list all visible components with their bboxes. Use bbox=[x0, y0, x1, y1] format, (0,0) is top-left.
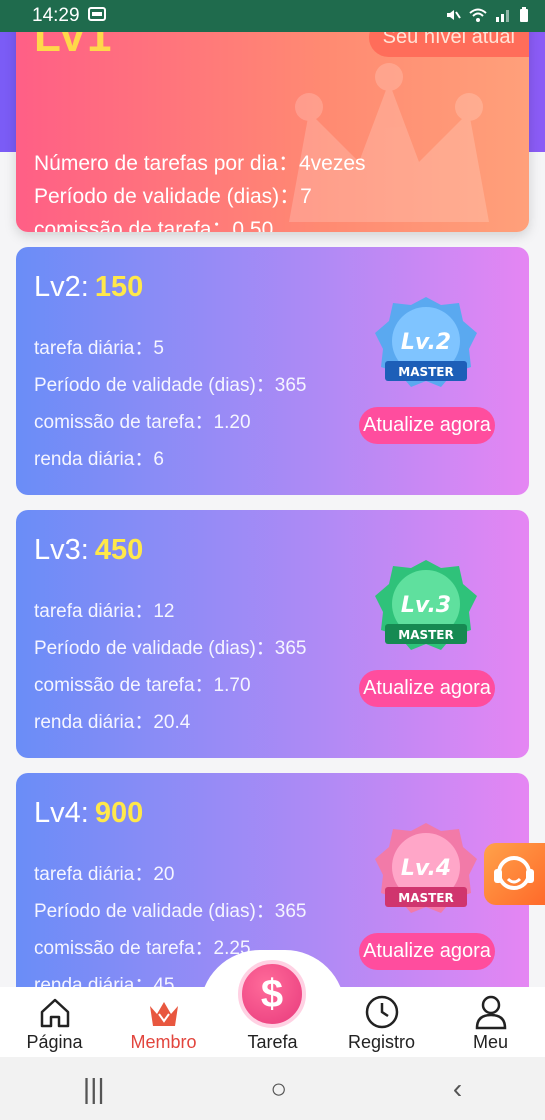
medal-subtitle: MASTER bbox=[398, 891, 454, 905]
daily-income: renda diária：45 bbox=[34, 975, 175, 987]
daily-income: renda diária：6 bbox=[34, 449, 164, 470]
medal-lv2-icon: Lv.2 MASTER bbox=[375, 297, 477, 387]
level-price: 450 bbox=[94, 534, 144, 566]
user-icon bbox=[475, 995, 506, 1030]
system-navigation-bar: ||| ○ ‹ bbox=[0, 1057, 545, 1120]
task-commission: comissão de tarefa：1.20 bbox=[34, 412, 251, 433]
signal-icon bbox=[495, 8, 511, 25]
customer-support-button[interactable] bbox=[484, 843, 545, 905]
task-commission: comissão de tarefa：0.50 bbox=[34, 218, 274, 232]
daily-tasks: tarefa diária：12 bbox=[34, 601, 175, 622]
mute-icon bbox=[445, 7, 461, 26]
medal-level: Lv.3 bbox=[401, 593, 451, 618]
level-heading: Lv4: 900 bbox=[34, 797, 143, 830]
task-center-button[interactable]: $ bbox=[238, 960, 306, 1028]
upgrade-button-lv4[interactable]: Atualize agora bbox=[359, 933, 495, 970]
home-icon bbox=[40, 998, 69, 1028]
status-icons bbox=[445, 6, 529, 26]
nav-label: Meu bbox=[472, 1032, 508, 1052]
clock-icon bbox=[365, 995, 398, 1029]
member-levels-list[interactable]: LV1 Seu nível atual Número de tarefas po… bbox=[0, 32, 545, 987]
level-heading: Lv2: 150 bbox=[34, 271, 143, 304]
medal-level: Lv.2 bbox=[401, 330, 451, 355]
daily-tasks: tarefa diária：20 bbox=[34, 864, 175, 885]
dollar-icon: $ bbox=[260, 971, 284, 1016]
current-level-card: LV1 Seu nível atual Número de tarefas po… bbox=[16, 32, 529, 232]
status-bar: 14:29 bbox=[0, 0, 545, 32]
headset-icon bbox=[494, 856, 534, 890]
nav-label: Página bbox=[26, 1032, 83, 1052]
medal-subtitle: MASTER bbox=[398, 365, 454, 379]
validity-period: Período de validade (dias)：365 bbox=[34, 375, 307, 396]
daily-income: renda diária：20.4 bbox=[34, 712, 191, 733]
current-level-title: LV1 bbox=[34, 32, 112, 61]
medal-subtitle: MASTER bbox=[398, 628, 454, 642]
level-heading: Lv3: 450 bbox=[34, 534, 143, 567]
upgrade-button-lv2[interactable]: Atualize agora bbox=[359, 407, 495, 444]
current-level-badge: Seu nível atual bbox=[368, 32, 529, 57]
medal-lv4-icon: Lv.4 MASTER bbox=[375, 823, 477, 913]
daily-tasks: tarefa diária：5 bbox=[34, 338, 164, 359]
level-price: 900 bbox=[94, 797, 144, 829]
home-button[interactable]: ○ bbox=[270, 1073, 287, 1105]
validity-period: Período de validade (dias)：365 bbox=[34, 638, 307, 659]
nav-label: Registro bbox=[347, 1032, 416, 1052]
upgrade-button-lv3[interactable]: Atualize agora bbox=[359, 670, 495, 707]
tasks-per-day: Número de tarefas por dia：4vezes bbox=[34, 152, 366, 175]
task-commission: comissão de tarefa：2.25 bbox=[34, 938, 251, 959]
level-label: Lv4: bbox=[34, 797, 89, 829]
status-time: 14:29 bbox=[32, 5, 80, 26]
nav-label: Membro bbox=[130, 1032, 197, 1052]
medal-lv3-icon: Lv.3 MASTER bbox=[375, 560, 477, 650]
recent-apps-button[interactable]: ||| bbox=[83, 1073, 105, 1105]
level-label: Lv3: bbox=[34, 534, 89, 566]
level-label: Lv2: bbox=[34, 271, 89, 303]
level-price: 150 bbox=[94, 271, 144, 303]
nav-item-membro[interactable]: Membro bbox=[109, 987, 218, 1057]
level-card-lv2: Lv2: 150 tarefa diária：5 Período de valid… bbox=[16, 247, 529, 495]
level-card-lv3: Lv3: 450 tarefa diária：12 Período de vali… bbox=[16, 510, 529, 758]
wifi-icon bbox=[469, 8, 487, 25]
nav-item-meu[interactable]: Meu bbox=[436, 987, 545, 1057]
nav-label: Tarefa bbox=[247, 1032, 298, 1052]
nav-item-registro[interactable]: Registro bbox=[327, 987, 436, 1057]
task-commission: comissão de tarefa：1.70 bbox=[34, 675, 251, 696]
validity-period: Período de validade (dias)：365 bbox=[34, 901, 307, 922]
crown-watermark-icon bbox=[289, 63, 489, 222]
back-button[interactable]: ‹ bbox=[453, 1073, 462, 1105]
validity-period: Período de validade (dias)：7 bbox=[34, 185, 312, 208]
nav-item-pagina[interactable]: Página bbox=[0, 987, 109, 1057]
crown-icon bbox=[149, 1002, 178, 1026]
medal-level: Lv.4 bbox=[401, 856, 451, 881]
notification-icon bbox=[87, 5, 106, 27]
battery-icon bbox=[519, 6, 529, 26]
